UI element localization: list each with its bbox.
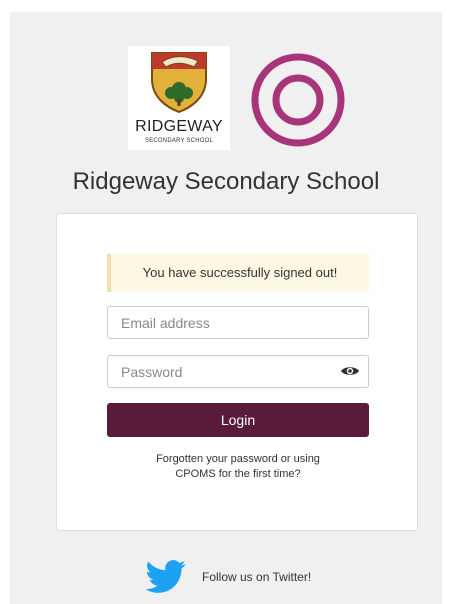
crest-school-subtitle: SECONDARY SCHOOL [145,138,213,144]
school-title: Ridgeway Secondary School [72,168,380,195]
logo-area: RIDGEWAY SECONDARY SCHOOL [10,46,442,150]
crest-shield-icon [151,52,207,113]
cpoms-logo-icon [251,53,345,147]
twitter-bird-icon[interactable] [144,560,188,594]
twitter-follow: Follow us on Twitter! [144,560,354,594]
signed-out-alert: You have successfully signed out! [107,254,369,292]
login-button[interactable]: Login [107,403,369,437]
twitter-follow-link[interactable]: Follow us on Twitter! [202,570,311,584]
page: RIDGEWAY SECONDARY SCHOOL Ridgeway Secon… [0,0,452,604]
forgot-password-link[interactable]: Forgotten your password or using CPOMS f… [107,452,369,482]
password-field[interactable] [107,355,369,388]
crest-school-name: RIDGEWAY [135,118,223,135]
forgot-password-line-2: CPOMS for the first time? [175,468,301,480]
email-field[interactable] [107,306,369,339]
login-card: You have successfully signed out! Login … [56,213,418,531]
school-crest-logo: RIDGEWAY SECONDARY SCHOOL [128,46,230,150]
eye-icon[interactable] [340,364,360,378]
forgot-password-line-1: Forgotten your password or using [156,453,320,465]
login-panel: RIDGEWAY SECONDARY SCHOOL Ridgeway Secon… [10,12,442,604]
